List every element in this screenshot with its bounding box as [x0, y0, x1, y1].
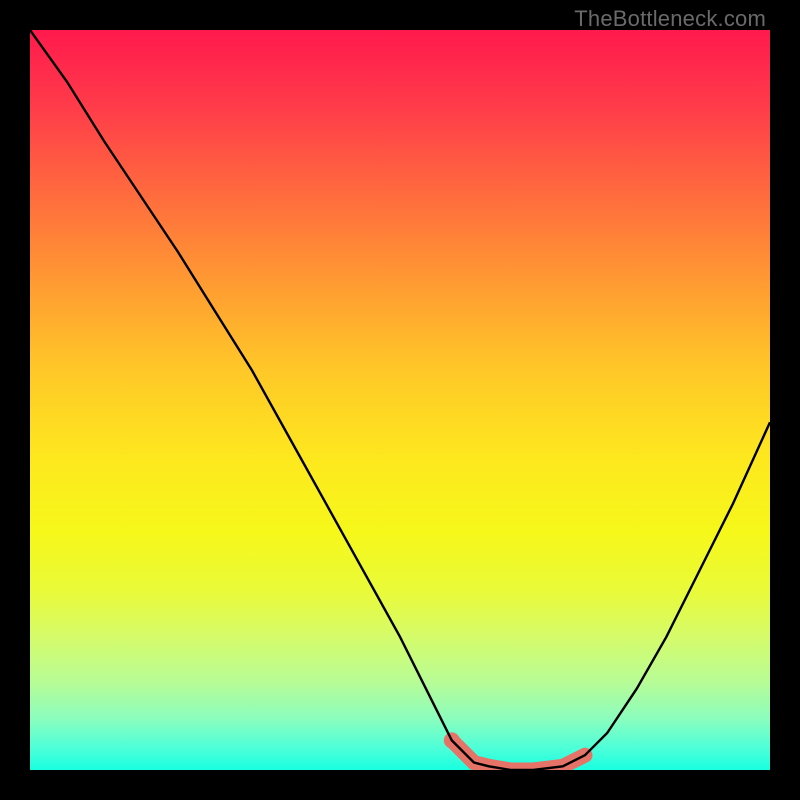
chart-container: TheBottleneck.com	[0, 0, 800, 800]
chart-svg	[30, 30, 770, 770]
plot-area	[30, 30, 770, 770]
attribution-label: TheBottleneck.com	[574, 6, 766, 32]
bottleneck-curve	[30, 30, 770, 770]
